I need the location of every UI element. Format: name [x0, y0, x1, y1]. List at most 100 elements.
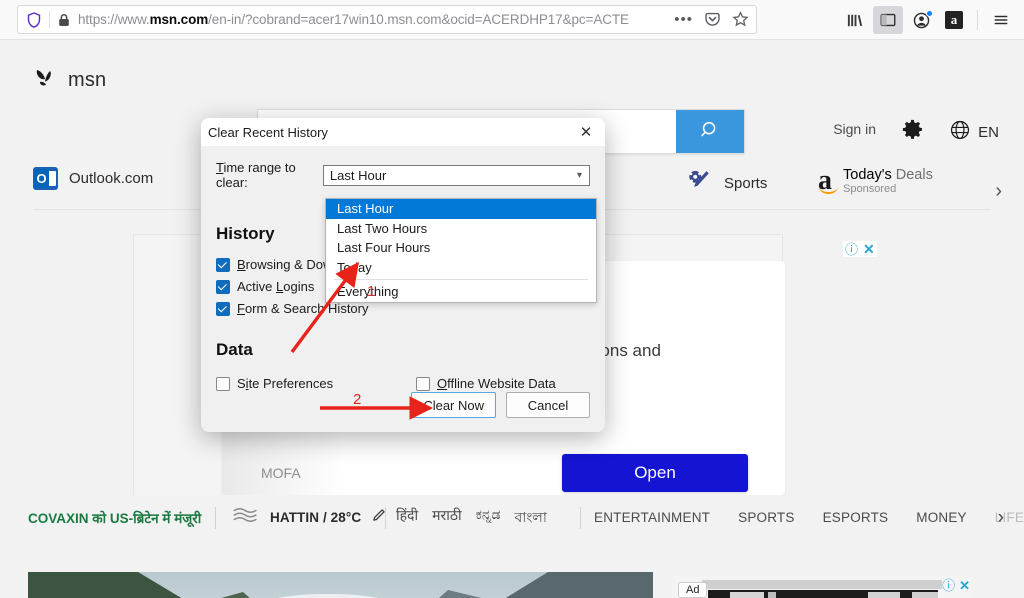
divider [385, 506, 386, 529]
deals-labels: Today's Deals Sponsored [843, 167, 933, 196]
dropdown-option-last-two-hours[interactable]: Last Two Hours [326, 219, 596, 239]
ticker-categories: ENTERTAINMENT SPORTS ESPORTS MONEY LIFES… [594, 510, 1024, 525]
checkbox-offline-website-data[interactable]: Offline Website Data [416, 376, 590, 391]
annotation-marker-2: 2 [353, 391, 362, 408]
language-label: EN [978, 124, 999, 141]
checkbox-box[interactable] [216, 279, 230, 294]
info-icon[interactable]: ⓘ [942, 579, 955, 592]
ticker-category-sports[interactable]: SPORTS [738, 510, 794, 525]
library-icon[interactable] [840, 6, 870, 34]
url-text: https://www.msn.com/en-in/?cobrand=acer1… [78, 12, 629, 27]
ticker-lang[interactable]: हिंदी [396, 506, 418, 530]
clear-now-button[interactable]: Clear Now [411, 392, 496, 418]
checkbox-label: Form & Search History [237, 301, 369, 316]
menu-icon[interactable] [986, 6, 1016, 34]
checkbox-box[interactable] [216, 376, 230, 391]
dialog-title: Clear Recent History [208, 124, 328, 140]
info-icon[interactable]: ⓘ [845, 243, 858, 256]
page-actions-icon[interactable]: ••• [674, 12, 693, 27]
ticker-category-esports[interactable]: ESPORTS [823, 510, 889, 525]
time-range-row: Time range to clear: Last Hour ▾ [216, 160, 590, 190]
dropdown-option-last-four-hours[interactable]: Last Four Hours [326, 238, 596, 258]
star-icon[interactable] [732, 11, 749, 28]
open-button[interactable]: Open [562, 454, 748, 492]
language-selector[interactable]: EN [949, 119, 999, 146]
sidebar-icon[interactable] [873, 6, 903, 34]
checkbox-box[interactable] [216, 301, 230, 316]
ticker-languages: हिंदी मराठी ಕನ್ನಡ বাংলা [396, 506, 547, 530]
msn-butterfly-icon [33, 68, 59, 92]
weather-widget[interactable]: HATTIN / 28°C [232, 506, 386, 529]
pencil-icon[interactable] [371, 508, 386, 528]
data-section-title: Data [216, 340, 253, 359]
ad-controls: ⓘ ✕ [942, 579, 970, 592]
ticker-headline[interactable]: COVAXIN को US-ब्रिटेन में मंजूरी [28, 509, 201, 527]
checkbox-site-preferences[interactable]: Site Preferences [216, 376, 416, 391]
account-icon[interactable] [906, 6, 936, 34]
ticker-lang[interactable]: বাংলা [515, 506, 547, 530]
ticker-category-money[interactable]: MONEY [916, 510, 967, 525]
weather-label: HATTIN / 28°C [270, 510, 362, 525]
pocket-icon[interactable] [704, 11, 721, 28]
news-ticker: COVAXIN को US-ब्रिटेन में मंजूरी HATTIN … [0, 495, 1024, 540]
time-range-dropdown[interactable]: Last Hour Last Two Hours Last Four Hours… [325, 198, 597, 303]
dropdown-divider [334, 279, 588, 280]
mountain-photo[interactable] [28, 572, 653, 598]
ticker-next-icon[interactable]: › [998, 507, 1004, 529]
divider [215, 506, 216, 529]
chevron-down-icon: ▾ [576, 169, 582, 181]
checkbox-box[interactable] [416, 376, 430, 391]
time-range-select[interactable]: Last Hour ▾ [322, 164, 590, 186]
dialog-titlebar: Clear Recent History ✕ [201, 118, 605, 146]
sports-icon [685, 167, 713, 200]
divider [580, 506, 581, 529]
msn-logo[interactable]: msn [33, 68, 106, 92]
nav-item-outlook[interactable]: Outlook.com [33, 167, 153, 190]
close-icon[interactable]: ✕ [573, 120, 599, 144]
nav-sublabel: Sponsored [843, 183, 897, 196]
haze-icon [232, 506, 260, 529]
time-range-value: Last Hour [329, 167, 387, 183]
close-icon[interactable]: ✕ [863, 242, 875, 256]
ticker-lang[interactable]: ಕನ್ನಡ [476, 506, 501, 530]
clear-recent-history-dialog: Clear Recent History ✕ Time range to cle… [201, 118, 605, 432]
nav-next-icon[interactable]: › [995, 180, 1002, 203]
nav-item-todays-deals[interactable]: a Today's Deals Sponsored [818, 167, 933, 196]
search-button[interactable] [676, 110, 744, 153]
sign-in-link[interactable]: Sign in [833, 121, 876, 137]
ad-card[interactable]: Ad ⓘ ✕ [672, 576, 972, 598]
divider [977, 10, 978, 30]
data-checkbox-grid: Site Preferences Offline Website Data [216, 376, 590, 391]
close-icon[interactable]: ✕ [959, 579, 970, 592]
nav-label: Outlook.com [69, 170, 154, 187]
address-bar-actions: ••• [666, 11, 749, 28]
ticker-category-entertainment[interactable]: ENTERTAINMENT [594, 510, 710, 525]
checkbox-label: Offline Website Data [437, 376, 556, 391]
msn-wordmark: msn [68, 68, 107, 91]
dropdown-option-last-hour[interactable]: Last Hour [326, 199, 596, 219]
nav-item-sports[interactable]: Sports [685, 167, 767, 200]
checkbox-label: Active Logins [237, 279, 315, 294]
shield-icon[interactable] [25, 11, 43, 29]
ad-controls: ⓘ ✕ [843, 241, 877, 257]
dropdown-option-today[interactable]: Today [326, 258, 596, 278]
outlook-icon [33, 167, 58, 190]
checkbox-box[interactable] [216, 257, 230, 272]
browser-toolbar-right: a [840, 0, 1016, 40]
time-range-label: Time range to clear: [216, 160, 296, 190]
checkbox-label: Site Preferences [237, 376, 334, 391]
media-row: Ad ⓘ ✕ [0, 540, 1024, 598]
settings-button[interactable] [901, 118, 924, 146]
card-subtext: MOFA [261, 465, 301, 481]
ticker-lang[interactable]: मराठी [432, 506, 461, 530]
dialog-buttons: Clear Now Cancel [411, 392, 590, 418]
address-bar[interactable]: https://www.msn.com/en-in/?cobrand=acer1… [17, 5, 757, 34]
checkbox-form-search-history[interactable]: Form & Search History [216, 301, 416, 316]
amazon-extension-icon[interactable]: a [939, 6, 969, 34]
browser-toolbar: https://www.msn.com/en-in/?cobrand=acer1… [0, 0, 1024, 40]
gear-icon [901, 119, 924, 145]
ad-badge: Ad [678, 582, 708, 598]
dialog-body: Time range to clear: Last Hour ▾ History… [201, 146, 605, 432]
cancel-button[interactable]: Cancel [506, 392, 590, 418]
notification-dot [926, 10, 933, 17]
